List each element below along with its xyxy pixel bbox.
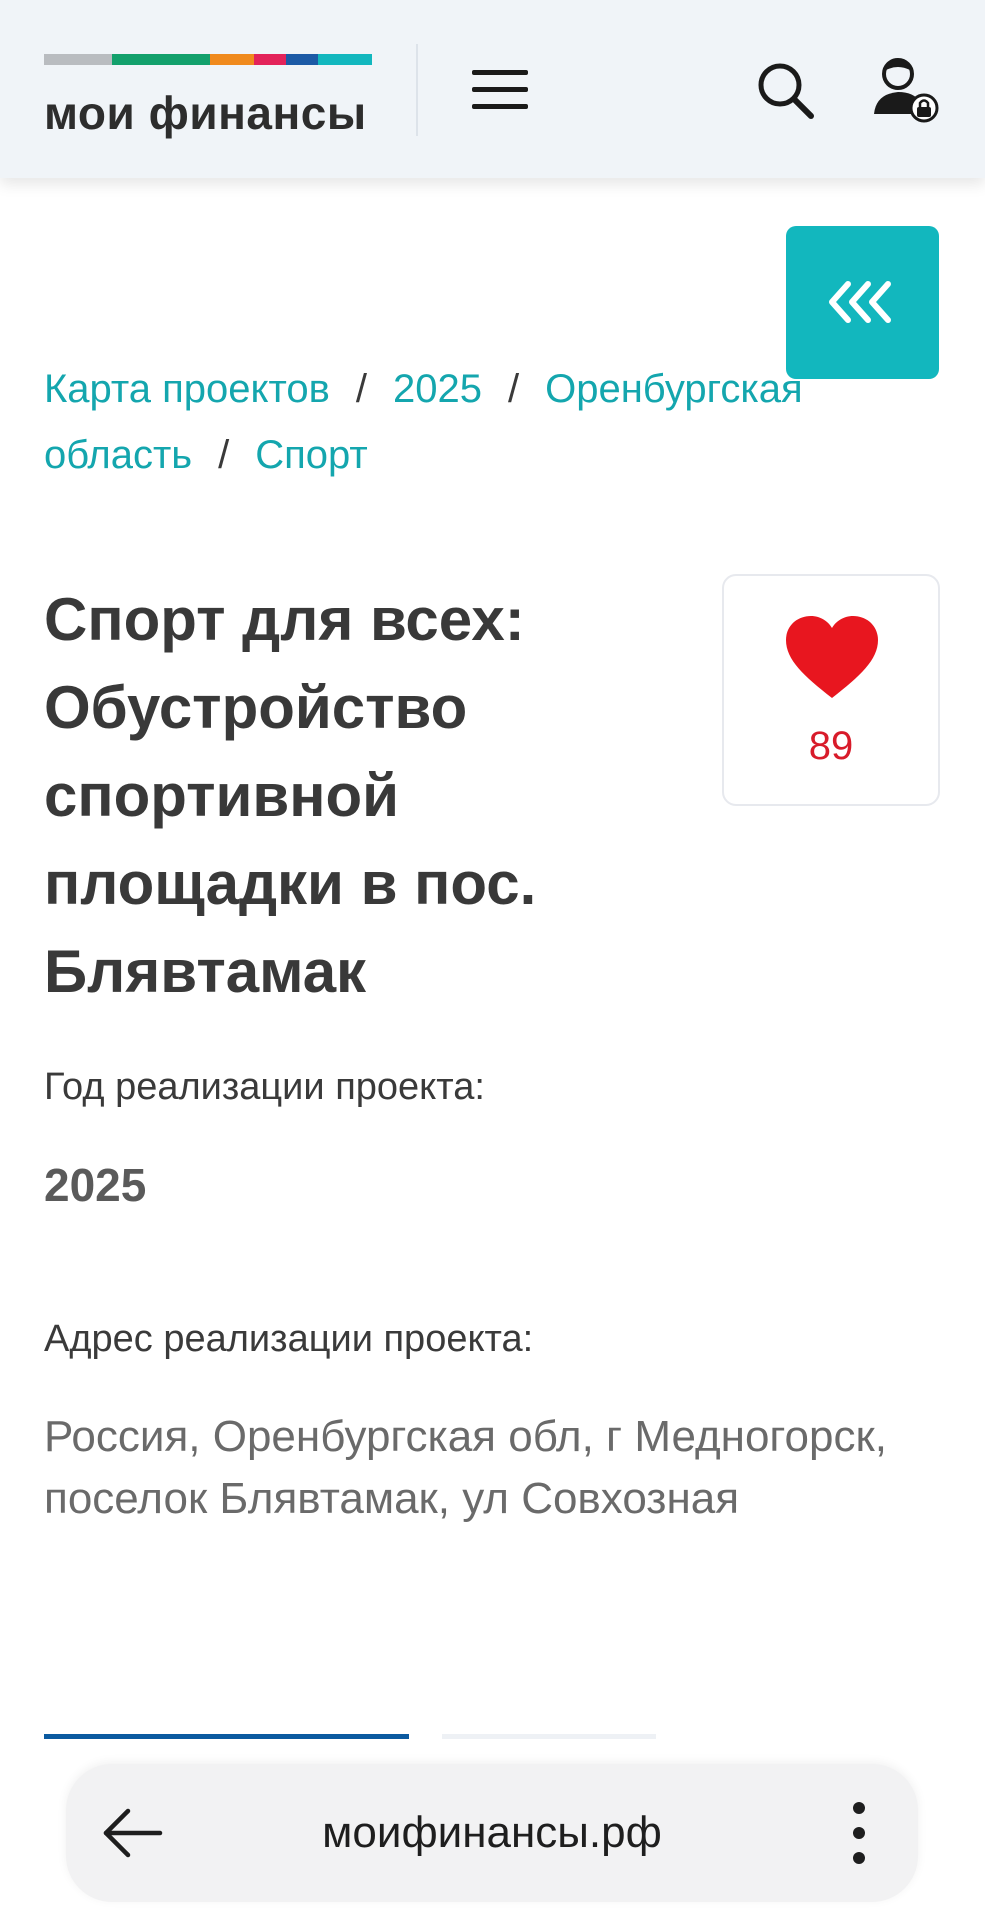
breadcrumb-separator: /	[507, 367, 520, 411]
logo-stripe-blue	[286, 54, 318, 65]
logo-color-stripes	[44, 54, 372, 65]
logo-stripe-green	[112, 54, 210, 65]
page-title: Спорт для всех: Обустройство спортивной …	[44, 586, 537, 1005]
site-header: мои финансы	[0, 0, 985, 178]
logo-stripe-gray	[44, 54, 112, 65]
address-value: Россия, Оренбургская обл, г Медногорск, …	[44, 1412, 887, 1523]
collapse-panel-button[interactable]	[786, 226, 939, 379]
search-icon[interactable]	[755, 60, 817, 122]
tab-indicator-inactive[interactable]	[442, 1734, 656, 1739]
logo-stripe-orange	[210, 54, 254, 65]
year-value: 2025	[44, 1159, 147, 1211]
tab-indicator-active[interactable]	[44, 1734, 409, 1739]
hamburger-icon[interactable]	[470, 66, 530, 114]
logo-text: мои финансы	[44, 87, 367, 139]
browser-address-bar: моифинансы.рф	[66, 1764, 918, 1902]
breadcrumb-category[interactable]: Спорт	[255, 433, 367, 477]
breadcrumb-separator: /	[355, 367, 367, 411]
like-count: 89	[808, 724, 854, 768]
header-divider	[416, 44, 418, 136]
breadcrumb-separator: /	[218, 433, 230, 477]
breadcrumb-year[interactable]: 2025	[393, 367, 482, 411]
heart-icon	[786, 616, 878, 698]
arrow-left-icon[interactable]	[100, 1806, 164, 1865]
like-button[interactable]: 89	[722, 574, 940, 806]
site-logo[interactable]: мои финансы	[44, 54, 374, 144]
more-vertical-icon[interactable]	[844, 1802, 874, 1864]
logo-stripe-pink	[254, 54, 286, 65]
year-label: Год реализации проекта:	[44, 1066, 485, 1108]
address-label: Адрес реализации проекта:	[44, 1318, 534, 1360]
chevrons-left-icon	[829, 281, 891, 323]
browser-url[interactable]: моифинансы.рф	[66, 1764, 918, 1902]
breadcrumb-projects-map[interactable]: Карта проектов	[44, 367, 330, 411]
logo-stripe-teal	[318, 54, 372, 65]
user-lock-icon[interactable]	[870, 52, 942, 124]
